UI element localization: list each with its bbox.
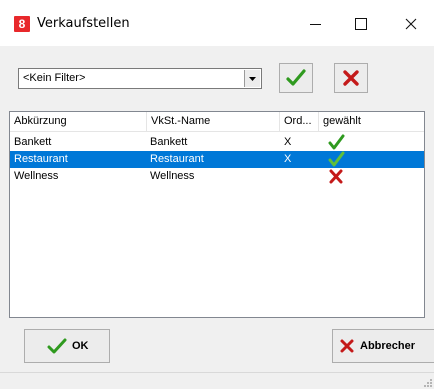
dropdown-arrow-button[interactable]: [244, 70, 260, 87]
cancel-button[interactable]: Abbrecher: [332, 329, 434, 363]
maximize-button[interactable]: [340, 8, 382, 40]
close-icon: [405, 18, 417, 30]
ok-button[interactable]: OK: [24, 329, 110, 363]
clear-filter-button[interactable]: [334, 63, 368, 93]
sales-points-list[interactable]: Abkürzung VkSt.-Name Ord... gewählt Bank…: [9, 111, 425, 318]
column-header-ord[interactable]: Ord...: [280, 112, 319, 131]
cell-ord: X: [284, 153, 292, 165]
ok-label: OK: [72, 340, 89, 352]
minimize-icon: [309, 23, 321, 25]
list-row-selected[interactable]: Restaurant Restaurant X: [10, 151, 424, 168]
column-header-gewaehlt[interactable]: gewählt: [319, 112, 424, 131]
list-row[interactable]: Bankett Bankett X: [10, 134, 424, 151]
cross-icon: [329, 169, 343, 184]
list-header: Abkürzung VkSt.-Name Ord... gewählt: [10, 112, 424, 132]
cell-abkuerzung: Restaurant: [14, 153, 68, 165]
apply-filter-button[interactable]: [279, 63, 313, 93]
cell-abkuerzung: Bankett: [14, 136, 52, 148]
title-bar: 8 Verkaufstellen: [0, 0, 434, 46]
app-icon: 8: [14, 16, 30, 32]
cell-abkuerzung: Wellness: [14, 170, 59, 182]
check-icon: [286, 69, 306, 86]
check-icon: [47, 338, 67, 354]
cancel-label: Abbrecher: [360, 340, 416, 352]
x-icon: [343, 70, 359, 86]
list-row[interactable]: Wellness Wellness: [10, 168, 424, 185]
check-icon: [328, 151, 345, 167]
status-bar: [0, 372, 434, 389]
cell-ord: [282, 168, 284, 185]
filter-value: <Kein Filter>: [23, 72, 86, 84]
column-header-name[interactable]: VkSt.-Name: [147, 112, 280, 131]
cell-name: Wellness: [150, 170, 195, 182]
window-title: Verkaufstellen: [37, 16, 130, 31]
minimize-button[interactable]: [294, 8, 336, 40]
close-button[interactable]: [390, 8, 432, 40]
chevron-down-icon: [249, 76, 256, 81]
cell-name: Restaurant: [150, 153, 204, 165]
column-header-abkuerzung[interactable]: Abkürzung: [10, 112, 147, 131]
cell-ord: X: [284, 136, 292, 148]
check-icon: [328, 134, 345, 150]
x-icon: [340, 339, 354, 353]
maximize-icon: [355, 18, 367, 30]
filter-dropdown[interactable]: <Kein Filter>: [18, 68, 262, 89]
cell-name: Bankett: [150, 136, 188, 148]
resize-grip-icon[interactable]: [422, 377, 432, 387]
